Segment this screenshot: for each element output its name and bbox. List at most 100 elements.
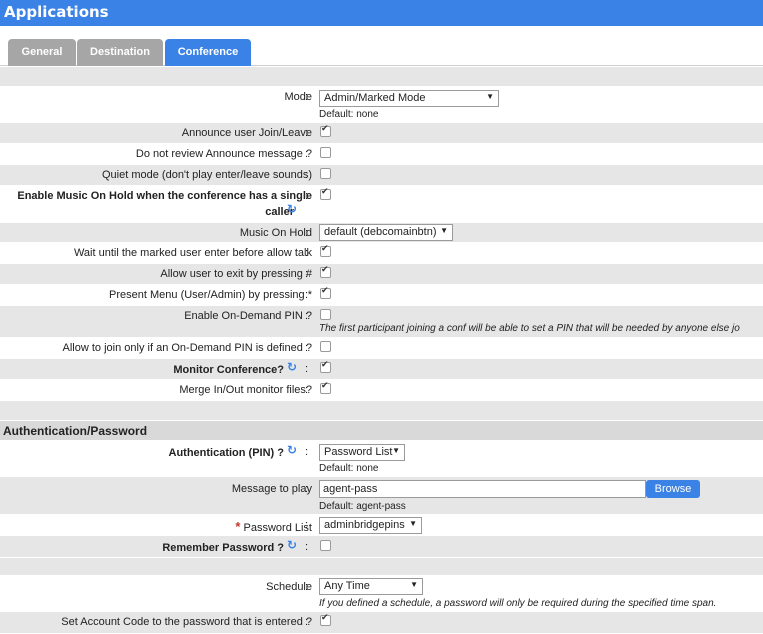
colon: :	[305, 247, 309, 259]
exit-hash-row: Allow user to exit by pressing # :	[0, 264, 763, 285]
join-if-pin-checkbox[interactable]	[320, 341, 331, 352]
auth-pin-value: Password List	[324, 446, 393, 458]
quiet-row: Quiet mode (don't play enter/leave sound…	[0, 165, 763, 186]
spacer-row	[0, 401, 763, 421]
colon: :	[305, 169, 309, 181]
message-input[interactable]: agent-pass	[319, 480, 646, 498]
moh-value: default (debcomainbtn)	[324, 226, 437, 238]
message-value: agent-pass	[323, 483, 378, 495]
refresh-icon[interactable]: ↻	[287, 444, 298, 456]
exit-hash-label: Allow user to exit by pressing #	[160, 268, 312, 280]
no-review-checkbox[interactable]	[320, 147, 331, 158]
announce-row: Announce user Join/Leave :	[0, 123, 763, 144]
browse-button[interactable]: Browse	[646, 480, 700, 498]
refresh-icon[interactable]: ↻	[287, 361, 298, 373]
wait-marked-label: Wait until the marked user enter before …	[73, 247, 312, 259]
moh-single-checkbox[interactable]	[320, 187, 331, 200]
colon: :	[305, 148, 309, 160]
colon: :	[305, 384, 309, 396]
colon: :	[305, 519, 309, 531]
mode-default: Default: none	[319, 109, 379, 120]
window-title: Applications	[0, 0, 763, 26]
schedule-value: Any Time	[324, 580, 370, 592]
schedule-hint: If you defined a schedule, a password wi…	[319, 598, 717, 609]
colon: :	[305, 342, 309, 354]
password-list-label-wrap: * Password List	[235, 519, 312, 534]
colon: :	[305, 483, 309, 495]
moh-row: Music On Hold : default (debcomainbtn) ▼	[0, 223, 763, 243]
refresh-icon[interactable]: ↻	[287, 203, 298, 215]
account-code-row: Set Account Code to the password that is…	[0, 612, 763, 634]
on-demand-pin-label: Enable On-Demand PIN ?	[184, 310, 312, 322]
quiet-label: Quiet mode (don't play enter/leave sound…	[102, 169, 312, 181]
no-review-row: Do not review Announce message ? :	[0, 144, 763, 165]
auth-pin-default: Default: none	[319, 463, 379, 474]
tab-destination[interactable]: Destination	[77, 39, 163, 66]
quiet-checkbox[interactable]	[320, 168, 331, 179]
chevron-down-icon: ▼	[409, 519, 417, 528]
remember-checkbox[interactable]	[320, 540, 331, 551]
required-mark: *	[235, 519, 241, 534]
auth-pin-select[interactable]: Password List ▼	[319, 444, 405, 461]
monitor-row: Monitor Conference? ↻ :	[0, 359, 763, 380]
on-demand-pin-hint: The first participant joining a conf wil…	[319, 323, 740, 334]
wait-marked-checkbox[interactable]	[320, 244, 331, 257]
spacer-row	[0, 558, 763, 576]
message-default: Default: agent-pass	[319, 501, 406, 512]
colon: :	[305, 289, 309, 301]
merge-monitor-label: Merge In/Out monitor files?	[179, 384, 312, 396]
colon: :	[305, 541, 309, 553]
colon: :	[305, 581, 309, 593]
mode-select[interactable]: Admin/Marked Mode ▼	[319, 90, 499, 107]
chevron-down-icon: ▼	[392, 446, 400, 455]
monitor-label: Monitor Conference?	[173, 364, 284, 376]
account-code-checkbox[interactable]	[320, 613, 331, 626]
colon: :	[305, 268, 309, 280]
merge-monitor-row: Merge In/Out monitor files? :	[0, 380, 763, 401]
monitor-checkbox[interactable]	[320, 360, 331, 373]
moh-label: Music On Hold	[239, 227, 312, 239]
present-menu-label: Present Menu (User/Admin) by pressing *	[109, 289, 312, 301]
remember-label: Remember Password ?	[162, 542, 284, 554]
wait-marked-row: Wait until the marked user enter before …	[0, 243, 763, 264]
tab-general[interactable]: General	[8, 39, 76, 66]
colon: :	[305, 127, 309, 139]
auth-section-title: Authentication/Password	[3, 424, 148, 438]
tab-conference[interactable]: Conference	[165, 39, 251, 66]
announce-checkbox[interactable]	[320, 124, 331, 137]
message-label: Message to play	[231, 483, 312, 495]
colon: :	[305, 227, 309, 239]
colon: :	[305, 310, 309, 322]
present-menu-checkbox[interactable]	[320, 286, 331, 299]
schedule-select[interactable]: Any Time ▼	[319, 578, 423, 595]
colon: :	[305, 616, 309, 628]
join-if-pin-row: Allow to join only if an On-Demand PIN i…	[0, 338, 763, 359]
join-if-pin-label: Allow to join only if an On-Demand PIN i…	[62, 342, 312, 354]
present-menu-row: Present Menu (User/Admin) by pressing * …	[0, 285, 763, 306]
moh-select[interactable]: default (debcomainbtn) ▼	[319, 224, 453, 241]
message-row: Message to play : agent-pass Browse Defa…	[0, 477, 763, 515]
merge-monitor-checkbox[interactable]	[320, 381, 331, 394]
on-demand-pin-checkbox[interactable]	[320, 309, 331, 320]
refresh-icon[interactable]: ↻	[287, 539, 298, 551]
chevron-down-icon: ▼	[410, 580, 418, 589]
spacer-row	[0, 67, 763, 87]
password-list-value: adminbridgepins	[324, 519, 405, 531]
auth-pin-label: Authentication (PIN) ?	[168, 447, 285, 459]
colon: :	[305, 363, 309, 375]
chevron-down-icon: ▼	[486, 92, 494, 101]
password-list-label: Password List	[243, 522, 312, 534]
schedule-row: Schedule : Any Time ▼ If you defined a s…	[0, 576, 763, 612]
announce-label: Announce user Join/Leave	[181, 127, 312, 139]
auth-pin-row: Authentication (PIN) ? ↻ : Password List…	[0, 441, 763, 477]
moh-single-row: Enable Music On Hold when the conference…	[0, 186, 763, 223]
colon: :	[305, 190, 309, 202]
password-list-select[interactable]: adminbridgepins ▼	[319, 517, 422, 534]
moh-single-label: Enable Music On Hold when the conference…	[17, 190, 312, 202]
mode-value: Admin/Marked Mode	[324, 92, 426, 104]
auth-section-header: Authentication/Password	[0, 421, 763, 441]
on-demand-pin-row: Enable On-Demand PIN ? : The first parti…	[0, 306, 763, 338]
tab-strip: General Destination Conference	[0, 26, 763, 66]
mode-row: Mode : Admin/Marked Mode ▼ Default: none	[0, 87, 763, 123]
exit-hash-checkbox[interactable]	[320, 265, 331, 278]
